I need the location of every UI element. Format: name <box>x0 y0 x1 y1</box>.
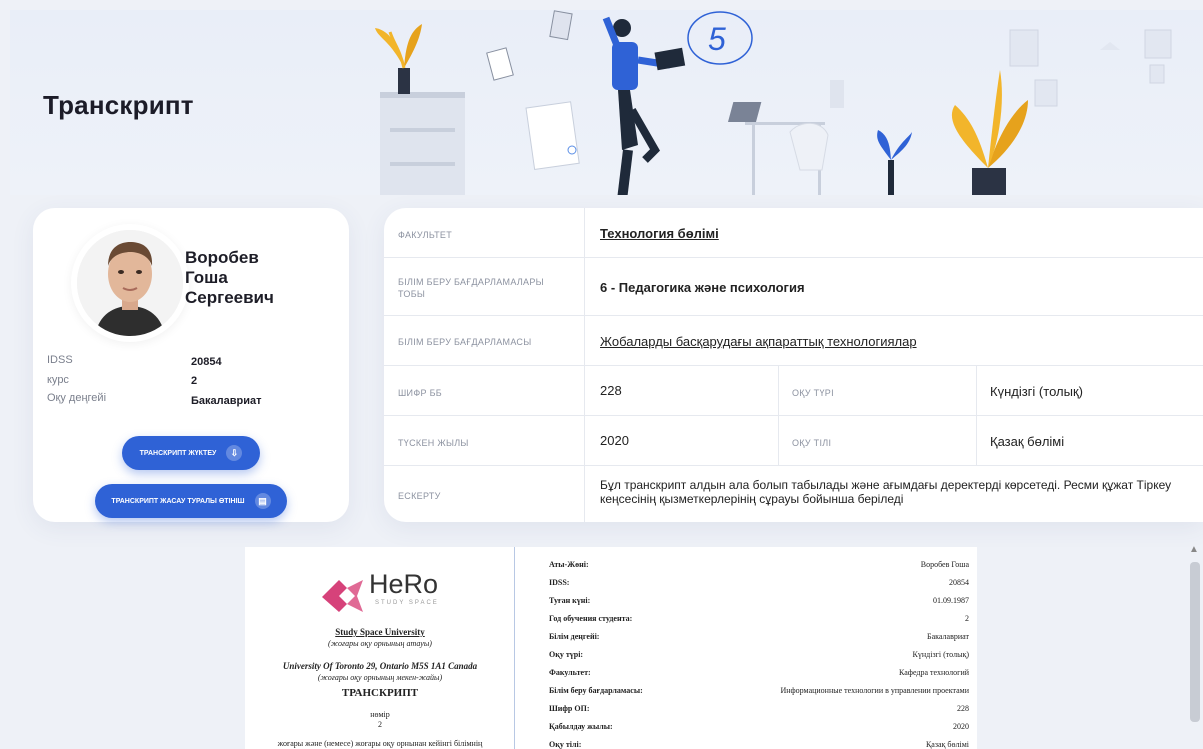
download-icon: ⇩ <box>226 445 243 461</box>
name-first: Гоша <box>185 268 228 287</box>
course-label: курс <box>47 374 69 386</box>
university-address: University Of Toronto 29, Ontario M5S 1A… <box>282 661 478 671</box>
code-value: 228 <box>600 383 622 398</box>
note-value: Бұл транскрипт алдын ала болып табылады … <box>600 478 1172 506</box>
year-label: Түскен жылы <box>398 438 469 448</box>
program-value[interactable]: Жобаларды басқарудағы ақпараттық техноло… <box>600 334 917 349</box>
group-label: Білім беру бағдарламалары тобы <box>398 277 544 299</box>
download-transcript-label: Транскрипт жүктеу <box>139 449 217 457</box>
program-row: Білім беру бағдарламасы Жобаларды басқар… <box>384 316 1203 366</box>
svg-text:5: 5 <box>708 21 726 57</box>
number-label: нөмір <box>370 710 390 719</box>
avatar-image <box>77 230 183 336</box>
page-title: Транскрипт <box>43 90 194 120</box>
level-value: Бакалавриат <box>191 395 262 407</box>
student-name: Воробев Гоша Сергеевич <box>185 248 305 308</box>
transcript-page: Транскрипт 5 Воробев Гоша Сергеевич IDSS… <box>0 0 1203 749</box>
group-row: Білім беру бағдарламалары тобы 6 - Педаг… <box>384 258 1203 316</box>
level-label: Оқу деңгейі <box>47 392 107 404</box>
university-name: Study Space University <box>335 627 425 637</box>
idss-label: IDSS <box>47 354 73 366</box>
course-value: 2 <box>191 375 198 387</box>
group-value: 6 - Педагогика және психология <box>600 280 805 295</box>
program-label: Білім беру бағдарламасы <box>398 337 532 347</box>
language-value: Қазақ бөлімі <box>990 434 1065 449</box>
language-label: Оқу тілі <box>792 438 832 448</box>
document-heading: ТРАНСКРИПТ <box>341 687 419 699</box>
request-transcript-label: Транскрипт жасау туралы өтініш <box>111 497 245 505</box>
hero-banner: Транскрипт 5 <box>10 10 1203 195</box>
name-patronymic: Сергеевич <box>185 288 274 307</box>
name-surname: Воробев <box>185 248 259 267</box>
document-header: HeRo STUDY SPACE Study Space University … <box>245 547 515 749</box>
logo-subtitle: STUDY SPACE <box>375 600 439 606</box>
note-label: Ескерту <box>398 491 441 501</box>
university-caption: (жоғары оқу орнының атауы) <box>328 639 432 648</box>
document-details: Аты-Жөні: Воробев Гоша IDSS: 20854 Туған к… <box>549 560 969 749</box>
idss-value: 20854 <box>191 356 222 368</box>
avatar <box>71 224 189 342</box>
scrollbar[interactable]: ▲ <box>1186 540 1203 749</box>
profile-card: Воробев Гоша Сергеевич IDSS 20854 курс 2… <box>33 208 349 522</box>
details-table: Факультет Технология бөлімі Білім беру б… <box>384 208 1203 522</box>
scroll-up-icon[interactable]: ▲ <box>1189 544 1199 555</box>
transcript-document: HeRo STUDY SPACE Study Space University … <box>245 547 977 749</box>
faculty-label: Факультет <box>398 230 453 240</box>
year-row: Түскен жылы 2020 Оқу тілі Қазақ бөлімі <box>384 416 1203 466</box>
number-value: 2 <box>378 720 382 729</box>
download-transcript-button[interactable]: Транскрипт жүктеу ⇩ <box>122 436 260 470</box>
code-label: Шифр ББ <box>398 388 442 398</box>
study-type-label: Оқу түрі <box>792 388 834 398</box>
code-row: Шифр ББ 228 Оқу түрі Күндізгі (толық) <box>384 366 1203 416</box>
year-value: 2020 <box>600 433 629 448</box>
logo-text: HeRo <box>369 569 439 599</box>
document-footer-line: жоғары және (немесе) жоғары оқу орнынан … <box>277 739 483 748</box>
scroll-thumb[interactable] <box>1190 562 1200 722</box>
note-row: Ескерту Бұл транскрипт алдын ала болып т… <box>384 466 1203 522</box>
address-caption: (жоғары оқу орнының мекен-жайы) <box>317 673 443 682</box>
hero-illustration: 5 <box>375 10 1172 195</box>
faculty-value[interactable]: Технология бөлімі <box>600 226 719 241</box>
request-transcript-button[interactable]: Транскрипт жасау туралы өтініш ▤ <box>95 484 287 518</box>
document-icon: ▤ <box>254 493 271 509</box>
faculty-row: Факультет Технология бөлімі <box>384 208 1203 258</box>
study-type-value: Күндізгі (толық) <box>990 384 1083 399</box>
